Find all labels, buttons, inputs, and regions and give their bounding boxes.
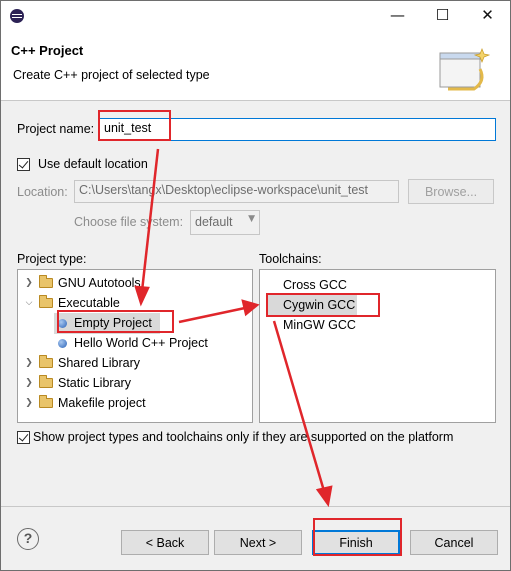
tree-item-makefile-project[interactable]: ❯ Makefile project: [18, 393, 252, 413]
project-type-label: Project type:: [17, 252, 87, 266]
show-supported-only-checkbox[interactable]: [17, 431, 30, 444]
maximize-button[interactable]: ☐: [420, 1, 465, 31]
tree-item-label: Shared Library: [58, 356, 140, 370]
annotation-box-cygwin-gcc: [266, 293, 380, 317]
tree-item-static-library[interactable]: ❯ Static Library: [18, 373, 252, 393]
chevron-right-icon: ❯: [25, 358, 33, 368]
browse-button[interactable]: Browse...: [408, 179, 494, 204]
folder-icon: [39, 395, 53, 408]
toolchain-item-cross-gcc[interactable]: Cross GCC: [283, 275, 347, 295]
use-default-location-checkbox[interactable]: [17, 158, 30, 171]
file-system-value: default: [195, 215, 233, 229]
location-input[interactable]: C:\Users\tangx\Desktop\eclipse-workspace…: [74, 180, 399, 203]
tree-item-label: Hello World C++ Project: [74, 336, 208, 350]
show-supported-only-label: Show project types and toolchains only i…: [33, 430, 454, 444]
folder-icon: [39, 375, 53, 388]
project-type-tree[interactable]: ❯ GNU Autotools ⌵ Executable Empty Proje…: [17, 269, 253, 423]
file-system-select[interactable]: default ▼: [190, 210, 260, 235]
chevron-right-icon: ❯: [25, 378, 33, 388]
tree-item-hello-world[interactable]: Hello World C++ Project: [18, 333, 252, 353]
tree-item-label: Static Library: [58, 376, 131, 390]
annotation-box-empty-project: [57, 310, 174, 333]
cancel-button[interactable]: Cancel: [410, 530, 498, 555]
arrow-head: [315, 485, 333, 508]
location-label: Location:: [17, 185, 68, 199]
file-system-label: Choose file system:: [74, 215, 184, 229]
folder-icon: [39, 275, 53, 288]
wizard-banner-icon: [439, 48, 490, 91]
use-default-location-label: Use default location: [38, 157, 148, 171]
next-button[interactable]: Next >: [214, 530, 302, 555]
page-title: C++ Project: [11, 43, 84, 58]
help-icon[interactable]: ?: [17, 528, 39, 550]
chevron-right-icon: ❯: [25, 398, 33, 408]
close-button[interactable]: ✕: [465, 1, 510, 31]
annotation-box-finish: [313, 518, 402, 556]
back-button[interactable]: < Back: [121, 530, 209, 555]
folder-icon: [39, 355, 53, 368]
minimize-button[interactable]: —: [375, 1, 420, 31]
page-description: Create C++ project of selected type: [13, 68, 210, 82]
annotation-box-project-name: [98, 110, 171, 141]
eclipse-icon: [10, 9, 24, 23]
tree-item-label: Makefile project: [58, 396, 146, 410]
project-name-label: Project name:: [17, 122, 95, 136]
chevron-right-icon: ❯: [25, 278, 33, 288]
chevron-down-icon: ▼: [248, 214, 255, 224]
tree-item-label: GNU Autotools: [58, 276, 141, 290]
project-template-icon: [58, 339, 67, 348]
toolchain-item-mingw-gcc[interactable]: MinGW GCC: [283, 315, 356, 335]
button-bar-separator: [1, 506, 510, 507]
chevron-down-icon: ⌵: [25, 298, 33, 308]
tree-item-shared-library[interactable]: ❯ Shared Library: [18, 353, 252, 373]
toolchains-label: Toolchains:: [259, 252, 322, 266]
tree-item-gnu-autotools[interactable]: ❯ GNU Autotools: [18, 273, 252, 293]
new-cpp-project-dialog: — ☐ ✕ C++ Project Create C++ project of …: [0, 0, 511, 571]
folder-open-icon: [39, 295, 53, 308]
wizard-header: C++ Project Create C++ project of select…: [1, 31, 510, 101]
title-bar: — ☐ ✕: [1, 1, 510, 31]
